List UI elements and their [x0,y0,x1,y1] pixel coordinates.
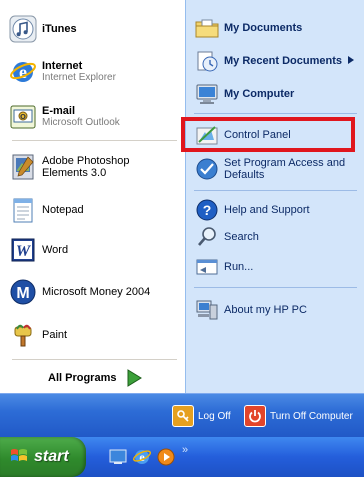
money-icon: M [8,277,38,307]
photoshop-elements-icon [8,152,38,182]
item-label: About my HP PC [224,304,307,316]
start-button[interactable]: start [0,437,86,477]
help-icon: ? [194,197,220,223]
menu-item-photoshop-elements[interactable]: Adobe Photoshop Elements 3.0 [8,148,178,186]
paint-icon [8,320,38,350]
internet-explorer-icon: e [8,57,38,87]
menu-item-search[interactable]: Search [194,224,359,250]
svg-text:W: W [16,243,32,260]
key-icon [172,405,194,427]
item-label: Search [224,231,259,243]
power-icon [244,405,266,427]
chevron-right-icon [347,55,354,67]
hp-pc-icon [194,297,220,323]
item-label: My Recent Documents [224,55,342,67]
windows-logo-icon [10,447,28,468]
menu-item-my-recent-documents[interactable]: My Recent Documents [194,47,364,75]
itunes-icon [8,14,38,44]
item-label: Paint [42,329,68,341]
svg-text:M: M [16,285,29,302]
item-label: Microsoft Money 2004 [42,286,151,298]
svg-text:O: O [20,113,26,121]
svg-text:?: ? [203,202,212,218]
log-off-label: Log Off [198,410,231,422]
separator [194,190,357,191]
search-icon [194,224,220,250]
taskbar: start e » [0,437,364,477]
recent-documents-icon [194,48,220,74]
programs-panel: iTunes e Internet Internet Explorer O E-… [2,0,185,393]
session-bar: Log Off Turn Off Computer [0,393,364,437]
separator [194,287,357,288]
menu-item-run[interactable]: Run... [194,254,359,280]
control-panel-highlight [181,117,355,152]
folder-documents-icon [194,15,220,41]
start-label: start [34,448,69,465]
menu-item-my-computer[interactable]: My Computer [194,80,359,108]
item-label: Run... [224,261,254,273]
turn-off-button[interactable]: Turn Off Computer [244,405,353,427]
item-subtitle: Internet Explorer [42,72,116,83]
program-access-icon [194,156,220,182]
outlook-icon: O [8,102,38,132]
places-panel: My Documents My Recent Documents My Comp… [185,0,364,393]
menu-item-my-documents[interactable]: My Documents [194,14,359,42]
run-icon [194,254,220,280]
menu-item-help-support[interactable]: ? Help and Support [194,197,359,223]
item-label: Set Program Access and Defaults [224,157,346,181]
item-label: My Computer [224,88,295,100]
menu-item-paint[interactable]: Paint [8,319,178,351]
turn-off-label: Turn Off Computer [270,410,353,422]
notepad-icon [8,195,38,225]
item-label: Notepad [42,204,84,216]
separator [12,359,177,360]
quicklaunch-ie-icon[interactable]: e [132,447,152,467]
menu-item-notepad[interactable]: Notepad [8,194,178,226]
menu-item-money[interactable]: M Microsoft Money 2004 [8,275,178,309]
item-subtitle: Microsoft Outlook [42,117,120,128]
menu-item-set-program-access[interactable]: Set Program Access and Defaults [194,154,359,184]
log-off-button[interactable]: Log Off [172,405,231,427]
item-title: E-mail [42,105,76,117]
item-label: Help and Support [224,204,310,216]
item-label: Word [42,244,69,256]
arrow-right-icon [124,368,144,388]
chevron-icon[interactable]: » [182,444,188,456]
quicklaunch-desktop-icon[interactable] [108,447,128,467]
menu-item-word[interactable]: W Word [8,234,178,266]
menu-item-email[interactable]: O E-mail Microsoft Outlook [8,100,178,134]
item-title: Internet [42,60,83,72]
separator [194,113,357,114]
quicklaunch-media-icon[interactable] [156,447,176,467]
item-label: My Documents [224,22,303,34]
separator [12,140,177,141]
menu-item-internet[interactable]: e Internet Internet Explorer [8,55,178,89]
menu-item-itunes[interactable]: iTunes [8,12,178,46]
menu-item-about-hp[interactable]: About my HP PC [194,296,359,324]
all-programs-label: All Programs [48,372,117,384]
item-label: Adobe Photoshop Elements 3.0 [42,155,130,179]
computer-icon [194,81,220,107]
item-title: iTunes [42,23,77,35]
start-menu: iTunes e Internet Internet Explorer O E-… [0,0,364,477]
all-programs-button[interactable]: All Programs [48,366,158,390]
word-icon: W [8,235,38,265]
